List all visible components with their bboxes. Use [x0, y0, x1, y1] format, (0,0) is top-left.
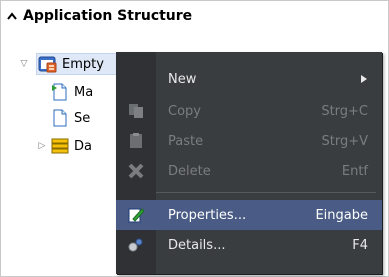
tree-item-da[interactable]: ▷ Da [36, 134, 92, 158]
properties-icon [116, 200, 156, 230]
blank-icon [116, 64, 156, 94]
menu-item-new[interactable]: New [116, 64, 382, 94]
tree-item-ma[interactable]: Ma [50, 80, 93, 104]
page-icon [50, 108, 70, 128]
paste-icon [116, 126, 156, 156]
tree-item-se[interactable]: Se [50, 106, 90, 130]
tree-item-label: Se [74, 110, 91, 126]
delete-icon [116, 156, 156, 186]
panel-title: Application Structure [23, 8, 193, 24]
menu-separator [156, 192, 376, 193]
menu-item-properties[interactable]: Properties... Eingabe [116, 200, 382, 230]
app-icon [38, 54, 58, 74]
details-icon [116, 230, 156, 260]
panel-header[interactable]: Application Structure [1, 1, 388, 31]
page-green-icon [50, 82, 70, 102]
menu-item-delete[interactable]: Delete Entf [116, 156, 382, 186]
tree-expander-icon[interactable]: ▽ [18, 59, 30, 69]
collapse-caret-icon[interactable] [1, 10, 23, 23]
copy-icon [116, 96, 156, 126]
menu-item-details[interactable]: Details... F4 [116, 230, 382, 260]
menu-item-paste[interactable]: Paste Strg+V [116, 126, 382, 156]
context-menu: New Copy Strg+C Paste Strg+V Delete Entf… [116, 52, 382, 274]
menu-item-copy[interactable]: Copy Strg+C [116, 96, 382, 126]
tree-item-label: Empty [62, 56, 104, 72]
tree-item-label: Ma [74, 84, 94, 100]
tree-expander-icon[interactable]: ▷ [36, 141, 48, 151]
database-icon [50, 136, 70, 156]
submenu-arrow-icon [361, 75, 367, 83]
tree-item-label: Da [74, 138, 92, 154]
